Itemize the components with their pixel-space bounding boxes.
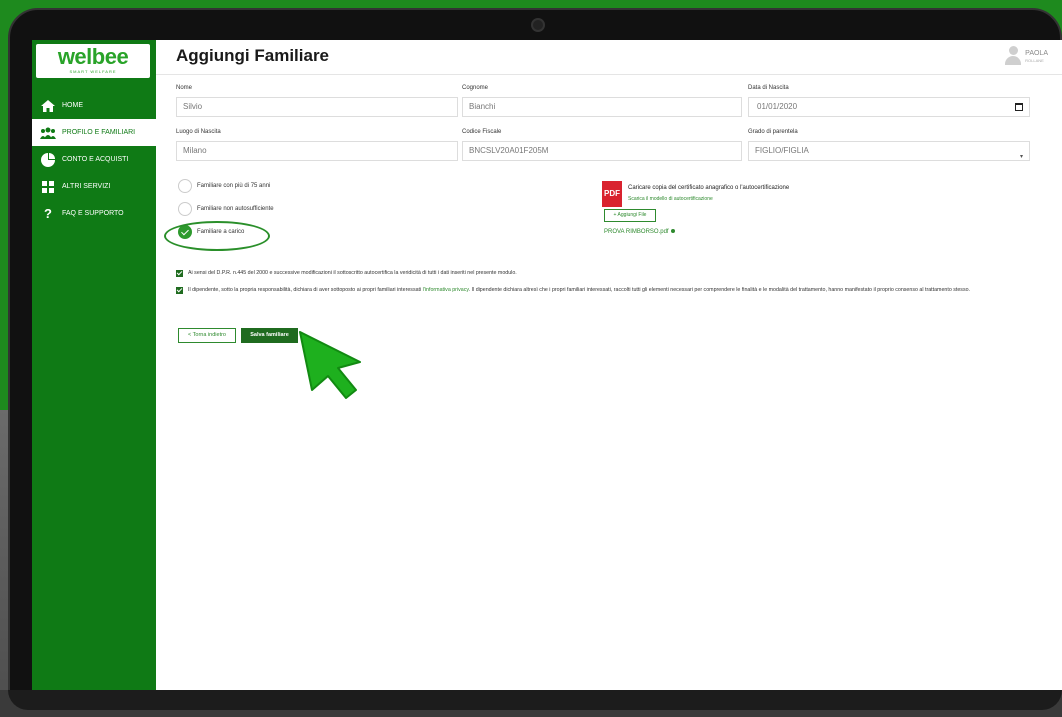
save-familiare-button[interactable]: Salva familiare: [241, 328, 298, 343]
webcam: [531, 18, 545, 32]
sidebar: welbee SMART WELFARE HOME PROFILO E FAMI…: [32, 40, 156, 690]
highlight-circle: [164, 221, 270, 251]
sidebar-item-profilo[interactable]: PROFILO E FAMILIARI: [32, 119, 156, 146]
data-nascita-field[interactable]: 01/01/2020: [748, 97, 1030, 117]
radio-over-75[interactable]: Familiare con più di 75 anni: [178, 179, 270, 193]
sidebar-item-faq[interactable]: ? FAQ E SUPPORTO: [32, 200, 156, 227]
nome-field[interactable]: Silvio: [176, 97, 458, 117]
codice-fiscale-label: Codice Fiscale: [462, 129, 502, 135]
app-screen: welbee SMART WELFARE HOME PROFILO E FAMI…: [32, 40, 1062, 690]
avatar: [1005, 46, 1022, 66]
user-menu[interactable]: PAOLA ROLLANE: [1005, 46, 1048, 66]
uploaded-file-link[interactable]: PROVA RIMBORSO.pdf: [604, 229, 675, 235]
home-icon: [40, 99, 56, 113]
declaration-privacy[interactable]: Il dipendente, sotto la propria responsa…: [176, 286, 1036, 294]
luogo-nascita-field[interactable]: Milano: [176, 141, 458, 161]
cognome-label: Cognome: [462, 85, 489, 91]
grado-parentela-select[interactable]: FIGLIO/FIGLIA ▾: [748, 141, 1030, 161]
cognome-field[interactable]: Bianchi: [462, 97, 742, 117]
checkbox-checked[interactable]: [176, 287, 183, 294]
sidebar-item-conto[interactable]: CONTO E ACQUISTI: [32, 146, 156, 173]
checkbox-checked[interactable]: [176, 270, 183, 277]
sidebar-item-servizi[interactable]: ALTRI SERVIZI: [32, 173, 156, 200]
declaration-autocertifica[interactable]: Ai sensi del D.P.R. n.445 del 2000 e suc…: [176, 269, 1036, 277]
back-button[interactable]: < Torna indietro: [178, 328, 236, 343]
question-icon: ?: [44, 206, 52, 221]
laptop-base: [0, 690, 1062, 717]
grid-icon: [40, 180, 56, 194]
main-content: Aggiungi Familiare PAOLA ROLLANE Nome Si…: [156, 40, 1062, 690]
luogo-nascita-label: Luogo di Nascita: [176, 129, 221, 135]
page-title: Aggiungi Familiare: [176, 46, 330, 65]
logo[interactable]: welbee SMART WELFARE: [36, 44, 150, 78]
user-name: PAOLA: [1025, 49, 1048, 57]
header-divider: [156, 74, 1062, 75]
sidebar-nav: HOME PROFILO E FAMILIARI CONTO E ACQUIST…: [32, 92, 156, 227]
users-icon: [40, 126, 56, 140]
pdf-icon: PDF: [602, 181, 622, 207]
add-file-button[interactable]: + Aggiungi File: [604, 209, 656, 222]
nome-label: Nome: [176, 85, 193, 91]
grado-parentela-label: Grado di parentela: [748, 129, 798, 135]
remove-file-icon[interactable]: [670, 229, 675, 234]
pie-chart-icon: [40, 152, 56, 167]
radio-non-autosufficiente[interactable]: Familiare non autosufficiente: [178, 202, 274, 216]
codice-fiscale-field[interactable]: BNCSLV20A01F205M: [462, 141, 742, 161]
radio-button[interactable]: [178, 179, 192, 193]
upload-title: Caricare copia del certificato anagrafic…: [628, 185, 790, 191]
sidebar-item-home[interactable]: HOME: [32, 92, 156, 119]
download-template-link[interactable]: Scarica il modello di autocertificazione: [628, 196, 713, 202]
pointer-arrow-icon: [299, 331, 361, 399]
chevron-down-icon: ▾: [1019, 154, 1023, 160]
calendar-icon[interactable]: [1015, 103, 1023, 111]
radio-button[interactable]: [178, 202, 192, 216]
user-role: ROLLANE: [1025, 57, 1044, 63]
data-nascita-label: Data di Nascita: [748, 85, 789, 91]
privacy-link[interactable]: l'informativa privacy: [423, 287, 469, 293]
